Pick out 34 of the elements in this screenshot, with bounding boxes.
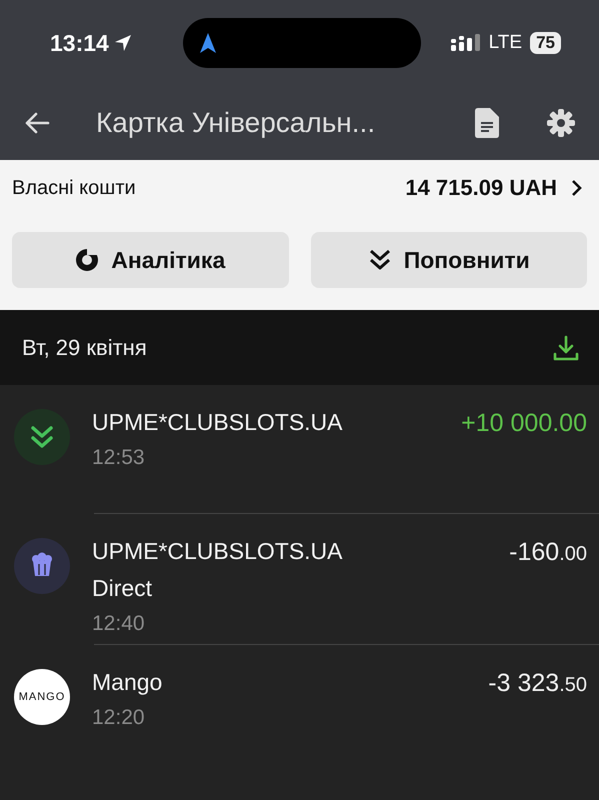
action-button[interactable]: Аналітика — [12, 232, 288, 288]
double-chevron-down-icon — [368, 248, 392, 272]
transaction-row[interactable]: UPME*CLUBSLOTS.UA 12:53 +10 000.00 — [0, 385, 599, 505]
network-label: LTE — [488, 32, 522, 54]
transaction-row[interactable]: UPME*CLUBSLOTS.UA Direct 12:40 -160.00 — [0, 514, 599, 636]
document-icon[interactable] — [475, 108, 499, 138]
balance-label: Власні кошти — [12, 176, 137, 200]
action-button[interactable]: Поповнити — [310, 232, 587, 288]
location-arrow-icon — [112, 33, 133, 53]
transaction-note: Direct — [92, 575, 154, 602]
transaction-row[interactable]: MANGO Mango 12:20 -3 323.50 — [0, 645, 599, 765]
download-icon[interactable] — [553, 334, 579, 360]
clock: 13:14 — [50, 30, 109, 56]
transaction-time: 12:53 — [92, 446, 146, 470]
double-chevron-down-icon — [14, 409, 70, 465]
merchant-logo: MANGO — [14, 669, 70, 725]
merchant-name: UPME*CLUBSLOTS.UA — [92, 409, 344, 436]
transaction-time: 12:40 — [92, 612, 146, 636]
signal-icon — [450, 33, 481, 53]
battery-indicator: 75 — [530, 32, 561, 54]
balance-amount[interactable]: 14 715.09 UAH — [405, 175, 557, 201]
chevron-right-icon[interactable] — [571, 179, 583, 197]
merchant-name: Mango — [92, 669, 164, 696]
transaction-amount: +10 000.00 — [461, 409, 587, 438]
page-title: Картка Універсальн... — [96, 107, 376, 139]
pie-chart-icon — [75, 248, 100, 272]
transaction-amount: -3 323.50 — [488, 669, 587, 698]
date-heading: Вт, 29 квітня — [22, 334, 147, 360]
popcorn-icon — [14, 538, 70, 594]
transaction-time: 12:20 — [92, 706, 146, 730]
navigation-arrow-icon — [198, 32, 217, 54]
merchant-name: UPME*CLUBSLOTS.UA — [92, 538, 344, 565]
back-arrow-icon[interactable] — [24, 112, 50, 134]
transaction-amount: -160.00 — [509, 538, 587, 567]
